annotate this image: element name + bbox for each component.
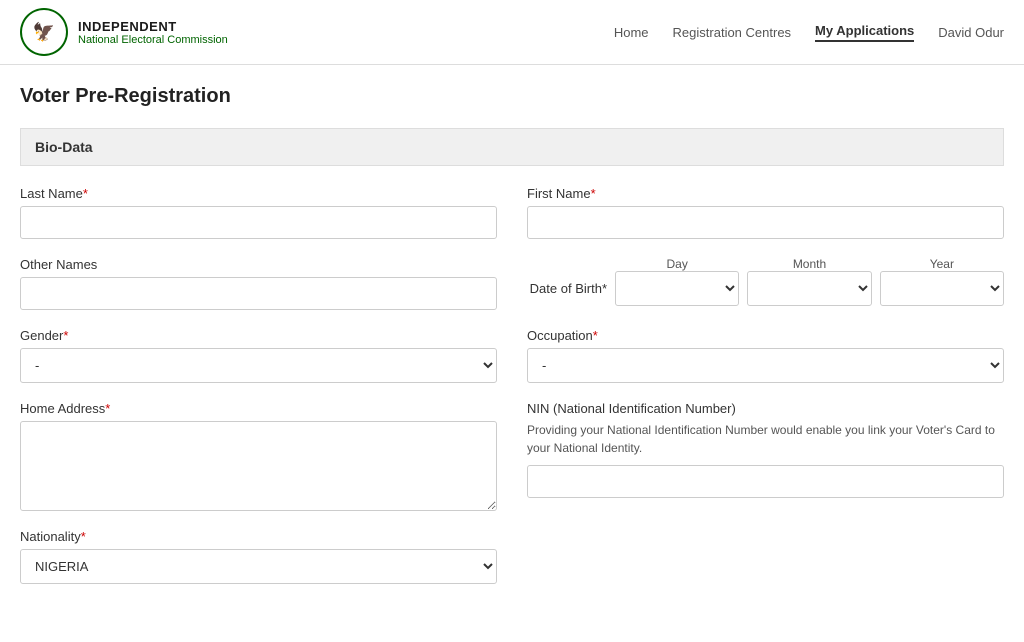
dob-month-select[interactable] xyxy=(747,271,871,306)
nationality-group: Nationality* NIGERIA xyxy=(20,529,497,584)
dob-day-select[interactable] xyxy=(615,271,739,306)
gender-label: Gender* xyxy=(20,328,497,343)
last-name-group: Last Name* xyxy=(20,186,497,239)
dob-day-col-label: Day xyxy=(615,257,739,271)
home-address-textarea[interactable] xyxy=(20,421,497,511)
last-name-required: * xyxy=(83,186,88,201)
home-address-label: Home Address* xyxy=(20,401,497,416)
org-text: INDEPENDENT National Electoral Commissio… xyxy=(78,19,228,46)
home-address-col: Home Address* xyxy=(20,401,497,511)
eagle-icon: 🦅 xyxy=(33,22,55,43)
nationality-row: Nationality* NIGERIA xyxy=(20,529,1004,584)
app-header: 🦅 INDEPENDENT National Electoral Commiss… xyxy=(0,0,1024,65)
nin-label: NIN (National Identification Number) xyxy=(527,401,1004,416)
page-title: Voter Pre-Registration xyxy=(20,85,1004,108)
other-dob-row: Other Names Day Month Year xyxy=(20,257,1004,310)
occupation-label: Occupation* xyxy=(527,328,1004,343)
first-name-label: First Name* xyxy=(527,186,1004,201)
logo-area: 🦅 INDEPENDENT National Electoral Commiss… xyxy=(20,8,228,56)
gender-group: Gender* - xyxy=(20,328,497,383)
occupation-group: Occupation* - xyxy=(527,328,1004,383)
voter-pre-registration-form: Last Name* First Name* Other Names xyxy=(20,186,1004,584)
address-nin-row: Home Address* NIN (National Identificati… xyxy=(20,401,1004,511)
page-content: Voter Pre-Registration Bio-Data Last Nam… xyxy=(0,65,1024,642)
nin-group: NIN (National Identification Number) Pro… xyxy=(527,401,1004,498)
other-names-group: Other Names xyxy=(20,257,497,310)
dob-selects-row: Date of Birth* xyxy=(527,271,1004,306)
nationality-label: Nationality* xyxy=(20,529,497,544)
first-name-input[interactable] xyxy=(527,206,1004,239)
occupation-required: * xyxy=(593,328,598,343)
nin-description: Providing your National Identification N… xyxy=(527,421,1004,457)
nav-my-applications[interactable]: My Applications xyxy=(815,23,914,42)
logo-inner: 🦅 xyxy=(22,10,66,54)
other-names-input[interactable] xyxy=(20,277,497,310)
dob-col-labels: Day Month Year xyxy=(615,257,1004,271)
first-name-col: First Name* xyxy=(527,186,1004,239)
dob-col-labels-row: Day Month Year xyxy=(527,257,1004,271)
last-name-label: Last Name* xyxy=(20,186,497,201)
other-names-label: Other Names xyxy=(20,257,497,272)
nin-input[interactable] xyxy=(527,465,1004,498)
gender-required: * xyxy=(63,328,68,343)
gender-occupation-row: Gender* - Occupation* - xyxy=(20,328,1004,383)
nationality-required: * xyxy=(81,529,86,544)
dob-label: Date of Birth* xyxy=(527,281,607,296)
bio-data-section-header: Bio-Data xyxy=(20,128,1004,166)
last-name-input[interactable] xyxy=(20,206,497,239)
dob-col: Day Month Year Date of Birth* xyxy=(527,257,1004,310)
dob-year-select[interactable] xyxy=(880,271,1004,306)
nav-user-profile[interactable]: David Odur xyxy=(938,25,1004,40)
name-row: Last Name* First Name* xyxy=(20,186,1004,239)
nav-registration-centres[interactable]: Registration Centres xyxy=(673,25,792,40)
nav-home[interactable]: Home xyxy=(614,25,649,40)
dob-selects xyxy=(615,271,1004,306)
nationality-empty-col xyxy=(527,529,1004,584)
dob-group: Day Month Year Date of Birth* xyxy=(527,257,1004,306)
org-subtitle: National Electoral Commission xyxy=(78,34,228,46)
home-address-required: * xyxy=(105,401,110,416)
occupation-select[interactable]: - xyxy=(527,348,1004,383)
home-address-group: Home Address* xyxy=(20,401,497,511)
gender-select[interactable]: - xyxy=(20,348,497,383)
occupation-col: Occupation* - xyxy=(527,328,1004,383)
dob-year-col-label: Year xyxy=(880,257,1004,271)
gender-col: Gender* - xyxy=(20,328,497,383)
org-name: INDEPENDENT xyxy=(78,19,228,34)
dob-month-col-label: Month xyxy=(747,257,871,271)
last-name-col: Last Name* xyxy=(20,186,497,239)
nationality-col: Nationality* NIGERIA xyxy=(20,529,497,584)
other-names-col: Other Names xyxy=(20,257,497,310)
logo-icon: 🦅 xyxy=(20,8,68,56)
nationality-select[interactable]: NIGERIA xyxy=(20,549,497,584)
nin-col: NIN (National Identification Number) Pro… xyxy=(527,401,1004,511)
first-name-required: * xyxy=(591,186,596,201)
first-name-group: First Name* xyxy=(527,186,1004,239)
dob-required: * xyxy=(602,281,607,296)
main-nav: Home Registration Centres My Application… xyxy=(614,23,1004,42)
section-label: Bio-Data xyxy=(35,139,93,155)
